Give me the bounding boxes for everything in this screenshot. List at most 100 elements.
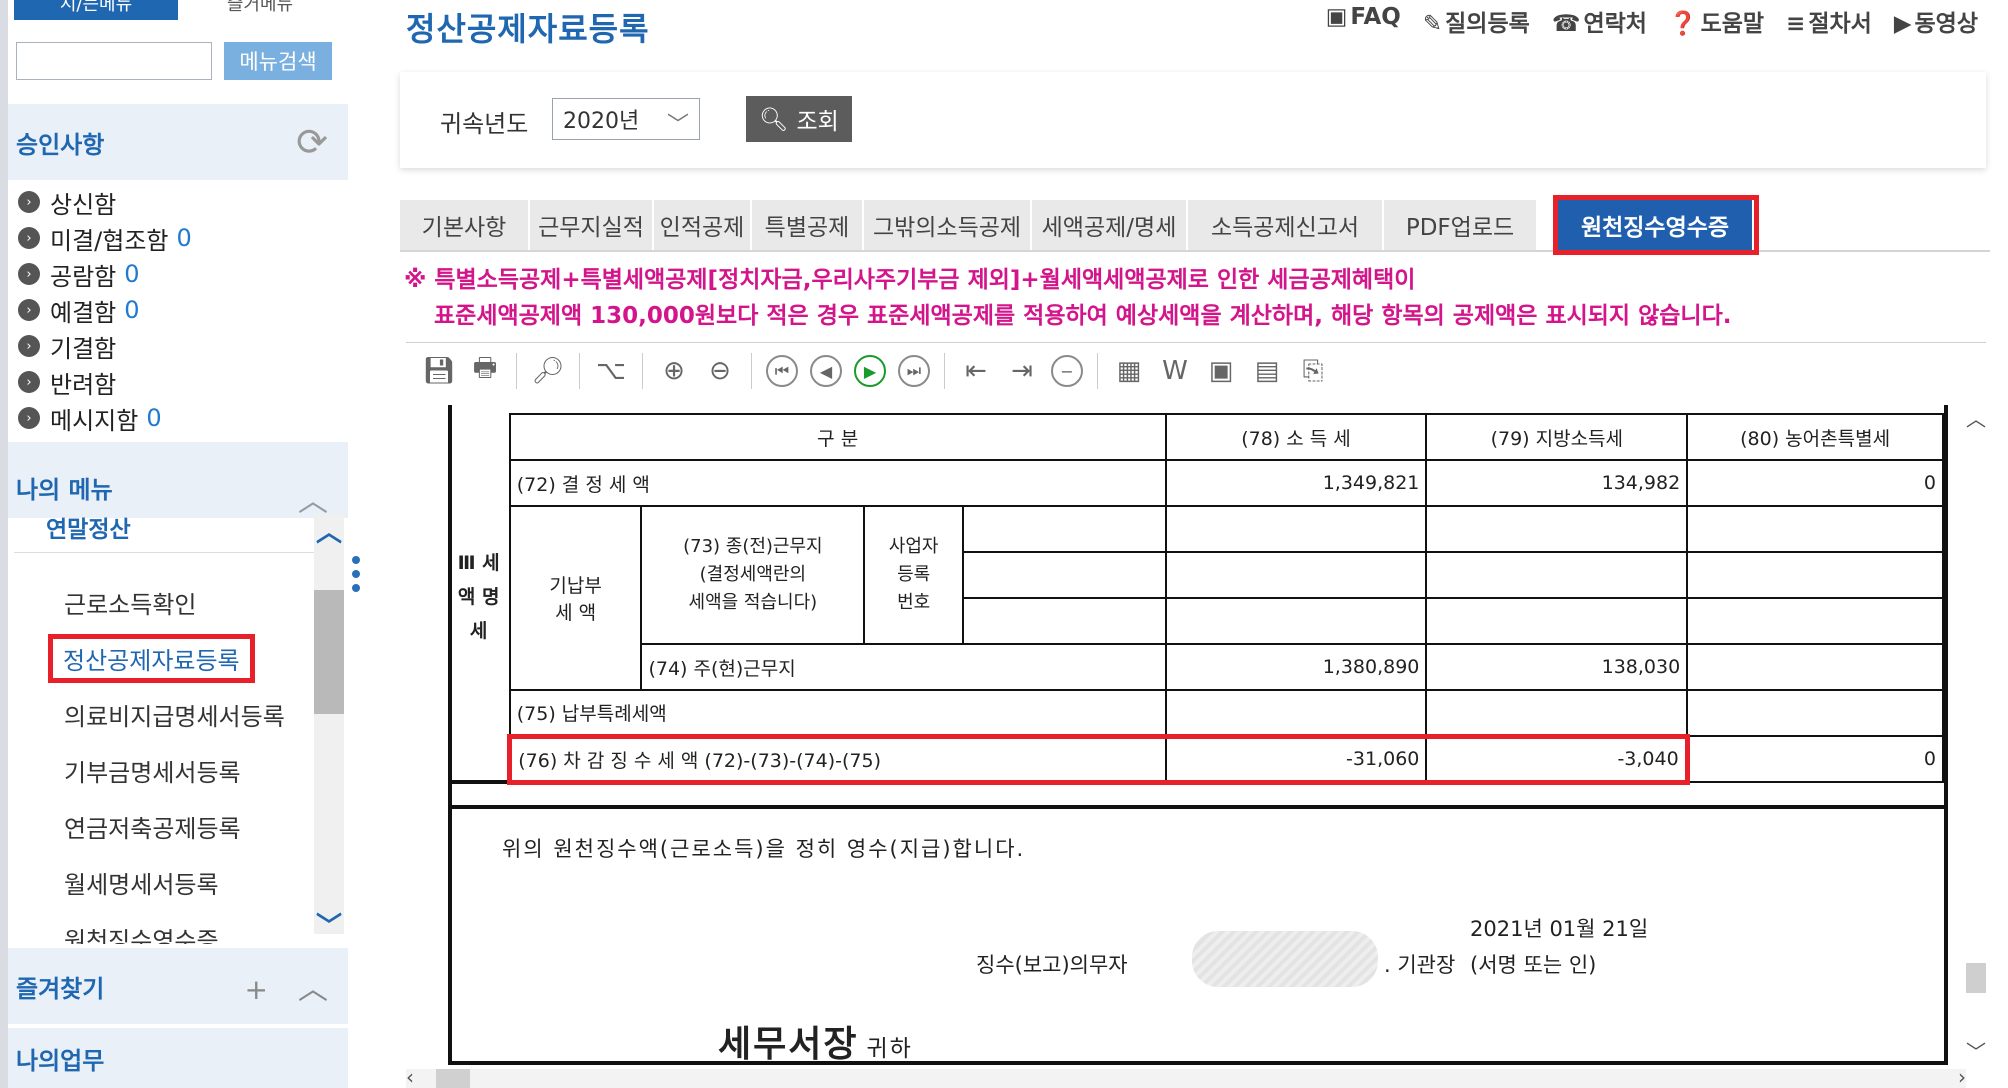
org-head-label: . 기관장	[1384, 953, 1456, 977]
help-link[interactable]: ❓ 도움말	[1669, 4, 1764, 38]
redacted-name	[1192, 931, 1378, 987]
menu-scrollbar-thumb[interactable]	[314, 590, 344, 714]
pdf-export-icon[interactable]: ⎘	[1296, 354, 1330, 388]
tree-icon[interactable]: ⌥	[594, 354, 628, 388]
row73-col80	[1686, 551, 1944, 599]
sidebar-tab-all-menu[interactable]: 시/는메뉴	[14, 0, 178, 20]
video-link[interactable]: ▶ 동영상	[1894, 4, 1978, 38]
menu-item-active[interactable]: 정산공제자료등록	[48, 630, 285, 686]
image-export-icon[interactable]: ▣	[1204, 354, 1238, 388]
contact-link[interactable]: ☎ 연락처	[1552, 4, 1647, 38]
divider	[516, 353, 517, 389]
header-col78: (78) 소 득 세	[1164, 413, 1428, 461]
scrollbar-thumb[interactable]	[436, 1069, 470, 1088]
biz-no-label: 사업자 등록 번호	[863, 505, 965, 645]
biz-no-cell	[962, 505, 1167, 553]
viewer-horizontal-scrollbar[interactable]: ‹ ›	[406, 1065, 1966, 1088]
stop-icon[interactable]: −	[1051, 355, 1083, 387]
menu-scrollbar[interactable]	[314, 514, 344, 934]
approval-item[interactable]: › 미결/협조함 0	[18, 220, 192, 256]
favorites-header: 즐겨찾기 + ︿	[8, 948, 348, 1024]
my-work-header[interactable]: 나의업무	[8, 1028, 348, 1088]
table-row: (75) 납부특례세액	[449, 689, 1944, 737]
scroll-up-icon[interactable]: ︿	[1966, 403, 1986, 432]
year-select[interactable]: 2020년 ﹀	[552, 98, 700, 140]
scroll-right-icon[interactable]: ›	[1958, 1065, 1966, 1088]
sidebar-tab-fav-menu[interactable]: 즐거메뉴	[178, 0, 342, 20]
prev-page-icon[interactable]: ◀	[810, 355, 842, 387]
tab-pdf-upload[interactable]: PDF업로드	[1384, 200, 1538, 250]
menu-search: 메뉴검색	[16, 42, 332, 80]
sidebar-resize-handle[interactable]	[352, 556, 362, 592]
hwp-export-icon[interactable]: ▤	[1250, 354, 1284, 388]
procedure-link[interactable]: ≡ 절차서	[1786, 4, 1872, 38]
approval-list: › 상신함 › 미결/협조함 0 › 공람함 0 › 예결함 0 › 기결함 › 반려함 › 메시지…	[18, 184, 192, 436]
row73-col80	[1686, 505, 1944, 553]
plus-icon[interactable]: +	[245, 973, 268, 1006]
scrollbar-thumb[interactable]	[1966, 963, 1986, 993]
menu-item[interactable]: 근로소득확인	[64, 574, 285, 630]
approval-item[interactable]: › 예결함 0	[18, 292, 192, 328]
divider	[1097, 353, 1098, 389]
tab-personal-deduction[interactable]: 인적공제	[654, 200, 752, 250]
faq-link[interactable]: ▣ FAQ	[1326, 4, 1401, 38]
save-icon[interactable]: 💾︎	[422, 354, 456, 388]
print-icon[interactable]: 🖶	[468, 353, 502, 388]
scroll-up-icon[interactable]: ︿	[314, 512, 344, 548]
viewer-toolbar: 💾︎ 🖶 🔎︎ ⌥ ⊕ ⊖ ⏮ ◀ ▶ ⏭ ⇤ ⇥ − ▦ W ▣ ▤ ⎘	[406, 343, 1986, 399]
menu-search-button[interactable]: 메뉴검색	[224, 42, 332, 80]
tab-tax-credit[interactable]: 세액공제/명세	[1032, 200, 1188, 250]
forward-icon[interactable]: ⇥	[1005, 354, 1039, 388]
header-col80: (80) 농어촌특별세	[1686, 413, 1944, 461]
next-page-icon[interactable]: ▶	[854, 355, 886, 387]
zoom-out-icon[interactable]: ⊖	[703, 354, 737, 388]
my-menu-group-title[interactable]: 연말정산	[46, 510, 131, 544]
last-page-icon[interactable]: ⏭	[898, 355, 930, 387]
tab-special-deduction[interactable]: 특별공제	[752, 200, 864, 250]
row73-col79	[1425, 505, 1689, 553]
approval-item[interactable]: › 기결함	[18, 328, 192, 364]
tab-withholding-receipt[interactable]: 원천징수영수증	[1553, 195, 1759, 255]
scroll-left-icon[interactable]: ‹	[406, 1065, 414, 1088]
preview-icon[interactable]: 🔎︎	[531, 354, 565, 388]
row76-col80: 0	[1686, 735, 1944, 783]
menu-item[interactable]: 기부금명세서등록	[64, 742, 285, 798]
signature-label: (서명 또는 인)	[1470, 953, 1597, 977]
row73-col78	[1164, 597, 1428, 645]
zoom-in-icon[interactable]: ⊕	[657, 354, 691, 388]
chevron-up-icon[interactable]: ︿	[298, 972, 328, 1007]
row72-label: (72) 결 정 세 액	[508, 459, 1167, 507]
pencil-icon: ✎	[1422, 11, 1443, 37]
receipt-document: Ⅲ 세 액 명 세 구 분 (78) 소 득 세 (79) 지방소득세 (80)…	[448, 405, 1950, 1065]
back-icon[interactable]: ⇤	[959, 354, 993, 388]
first-page-icon[interactable]: ⏮	[766, 355, 798, 387]
tab-basic[interactable]: 기본사항	[400, 200, 530, 250]
menu-item[interactable]: 원천징수영수증	[64, 910, 285, 945]
scroll-down-icon[interactable]: ﹀	[314, 906, 344, 942]
menu-search-input[interactable]	[16, 42, 212, 80]
menu-item[interactable]: 의료비지급명세서등록	[64, 686, 285, 742]
divider	[579, 353, 580, 389]
word-icon[interactable]: W	[1158, 354, 1192, 388]
approval-item[interactable]: › 반려함	[18, 364, 192, 400]
approval-item[interactable]: › 공람함 0	[18, 256, 192, 292]
prepaid-label: 기납부 세 액	[508, 505, 643, 691]
my-menu-title: 나의 메뉴	[16, 476, 113, 504]
chevron-down-icon: ﹀	[666, 113, 689, 138]
tab-workplace[interactable]: 근무지실적	[530, 200, 654, 250]
viewer-vertical-scrollbar[interactable]: ︿ ﹀	[1966, 403, 1986, 1065]
approval-item[interactable]: › 상신함	[18, 184, 192, 220]
menu-item[interactable]: 연금저축공제등록	[64, 798, 285, 854]
menu-item[interactable]: 월세명세서등록	[64, 854, 285, 910]
refresh-icon[interactable]: ⟳	[296, 120, 328, 164]
scroll-down-icon[interactable]: ﹀	[1966, 1036, 1986, 1065]
approval-item[interactable]: › 메시지함 0	[18, 400, 192, 436]
excel-icon[interactable]: ▦	[1112, 354, 1146, 388]
tab-deduction-report[interactable]: 소득공제신고서	[1188, 200, 1384, 250]
tab-other-income-deduction[interactable]: 그밖의소득공제	[864, 200, 1032, 250]
chevron-right-icon: ›	[18, 263, 40, 285]
row73-col78	[1164, 505, 1428, 553]
query-button[interactable]: 🔍︎ 조회	[746, 96, 852, 142]
inquiry-link[interactable]: ✎ 질의등록	[1423, 4, 1530, 38]
approval-header: 승인사항 ⟳	[8, 104, 348, 180]
